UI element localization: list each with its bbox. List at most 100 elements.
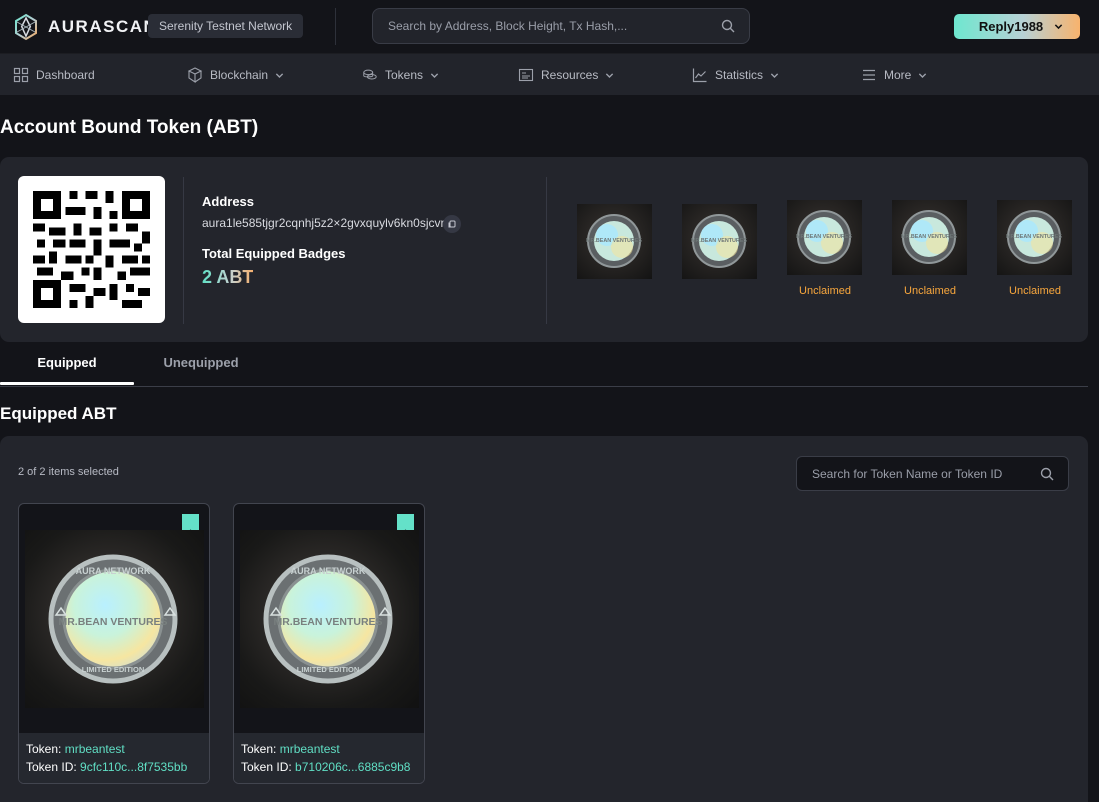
coin-main-text: MR.BEAN VENTURES (58, 616, 167, 628)
token-id-label: Token ID: (241, 760, 292, 774)
badge-status-unclaimed: Unclaimed (799, 285, 851, 297)
badge-thumbnail[interactable]: MR.BEAN VENTURES (787, 200, 862, 275)
header-divider (335, 8, 336, 45)
token-label: Token: (26, 742, 62, 756)
page-title: Account Bound Token (ABT) (0, 117, 259, 138)
nav-statistics[interactable]: Statistics (692, 54, 779, 96)
nav-resources-label: Resources (541, 68, 599, 82)
qr-code-icon (33, 191, 150, 308)
token-id-link[interactable]: 9cfc110c...8f7535bb (80, 760, 187, 774)
token-card[interactable]: AURA NETWORK MR.BEAN VENTURES LIMITED ED… (18, 503, 210, 784)
token-name-row: Token: mrbeantest (241, 740, 424, 758)
logo-text: AURASCAN (48, 17, 158, 36)
tokens-coins-icon (363, 69, 377, 80)
address-qr-code (18, 176, 165, 323)
token-image: AURA NETWORK MR.BEAN VENTURES LIMITED ED… (240, 530, 419, 708)
token-id-label: Token ID: (26, 760, 77, 774)
user-account-button[interactable]: Reply1988 (954, 14, 1080, 39)
aura-badge-icon: MR.BEAN VENTURES (796, 210, 852, 264)
total-equipped-badges-label: Total Equipped Badges (202, 246, 346, 261)
badge-coin-text: MR.BEAN VENTURES (796, 234, 852, 240)
search-icon[interactable] (1040, 467, 1054, 481)
copy-icon (448, 220, 456, 228)
nav-resources[interactable]: Resources (518, 54, 614, 96)
global-search-input[interactable] (373, 9, 703, 43)
token-label: Token: (241, 742, 277, 756)
aura-badge-icon: MR.BEAN VENTURES (586, 214, 642, 268)
blockchain-cubes-icon (187, 67, 203, 83)
menu-lines-icon (863, 69, 875, 81)
total-equipped-badges-value: 2 ABT (202, 267, 254, 287)
token-name-link[interactable]: mrbeantest (280, 742, 340, 756)
nav-dashboard-label: Dashboard (36, 68, 95, 82)
username: Reply1988 (978, 19, 1044, 34)
aura-badge-icon: MR.BEAN VENTURES (1006, 210, 1062, 264)
aura-badge-icon: MR.BEAN VENTURES (691, 214, 747, 268)
tabs-divider (0, 386, 1088, 387)
equipped-abt-panel: 2 of 2 items selected AURA NETWORK MR.BE… (0, 436, 1099, 802)
account-summary-card: Address aura1le585tjgr2cqnhj5z2×2gvxquyl… (0, 157, 1088, 342)
nav-statistics-label: Statistics (715, 68, 764, 82)
token-id-row: Token ID: 9cfc110c...8f7535bb (26, 758, 209, 776)
address-label: Address (202, 194, 255, 209)
nav-blockchain-label: Blockchain (210, 68, 269, 82)
token-card[interactable]: AURA NETWORK MR.BEAN VENTURES LIMITED ED… (233, 503, 425, 784)
token-id-row: Token ID: b710206c...6885c9b8 (241, 758, 424, 776)
active-tab-indicator (0, 382, 134, 385)
tab-unequipped[interactable]: Unequipped (134, 355, 268, 386)
account-address[interactable]: aura1le585tjgr2cqnhj5z2×2gvxquylv6kn0sjc… (202, 216, 451, 230)
token-id-link[interactable]: b710206c...6885c9b8 (295, 760, 410, 774)
coin-top-text: AURA NETWORK (291, 566, 366, 576)
coin-bottom-text: LIMITED EDITION (297, 665, 360, 674)
aura-network-coin-icon: AURA NETWORK MR.BEAN VENTURES LIMITED ED… (48, 554, 178, 684)
resources-icon (518, 68, 534, 82)
badge-status-unclaimed: Unclaimed (1009, 285, 1061, 297)
account-card-divider (546, 177, 547, 324)
top-header: AURASCAN Serenity Testnet Network Reply1… (0, 0, 1099, 53)
badge-coin-text: MR.BEAN VENTURES (586, 238, 642, 244)
badge-thumbnail[interactable]: MR.BEAN VENTURES (577, 204, 652, 279)
token-name-link[interactable]: mrbeantest (65, 742, 125, 756)
token-image: AURA NETWORK MR.BEAN VENTURES LIMITED ED… (25, 530, 204, 708)
nav-tokens[interactable]: Tokens (362, 54, 439, 96)
token-info: Token: mrbeantest Token ID: b710206c...6… (234, 733, 424, 783)
aura-network-logo-icon (15, 13, 37, 41)
search-icon[interactable] (721, 19, 735, 33)
badge-thumbnail[interactable]: MR.BEAN VENTURES (682, 204, 757, 279)
aura-network-coin-icon: AURA NETWORK MR.BEAN VENTURES LIMITED ED… (263, 554, 393, 684)
global-search-box[interactable] (372, 8, 750, 44)
dashboard-icon (13, 67, 29, 83)
badge-coin-text: MR.BEAN VENTURES (691, 238, 747, 244)
badge-coin-text: MR.BEAN VENTURES (901, 234, 957, 240)
statistics-chart-icon (692, 68, 707, 83)
token-name-row: Token: mrbeantest (26, 740, 209, 758)
copy-address-button[interactable] (443, 215, 461, 233)
coin-top-text: AURA NETWORK (76, 566, 151, 576)
badge-status-unclaimed: Unclaimed (904, 285, 956, 297)
network-badge: Serenity Testnet Network (148, 14, 304, 38)
main-navigation: Dashboard Blockchain Tokens Resources St… (0, 53, 1099, 95)
equipped-abt-title: Equipped ABT (0, 404, 117, 423)
badge-thumbnail[interactable]: MR.BEAN VENTURES (892, 200, 967, 275)
token-info: Token: mrbeantest Token ID: 9cfc110c...8… (19, 733, 209, 783)
token-search-box[interactable] (796, 456, 1099, 491)
badge-thumbnail[interactable]: MR.BEAN VENTURES (997, 200, 1072, 275)
chevron-down-icon (1054, 24, 1063, 30)
chevron-down-icon (770, 72, 779, 78)
chevron-down-icon (430, 72, 439, 78)
nav-more[interactable]: More (861, 54, 927, 96)
chevron-down-icon (919, 72, 927, 78)
chevron-down-icon (275, 72, 284, 78)
coin-main-text: MR.BEAN VENTURES (273, 616, 382, 628)
account-card-divider (183, 177, 184, 324)
coin-bottom-text: LIMITED EDITION (82, 665, 145, 674)
badge-coin-text: MR.BEAN VENTURES (1006, 234, 1062, 240)
nav-more-label: More (884, 68, 912, 82)
aura-badge-icon: MR.BEAN VENTURES (901, 210, 957, 264)
chevron-down-icon (606, 72, 614, 78)
selected-count: 2 of 2 items selected (18, 466, 119, 478)
nav-blockchain[interactable]: Blockchain (187, 54, 284, 96)
nav-dashboard[interactable]: Dashboard (13, 54, 95, 96)
aurascan-logo[interactable]: AURASCAN (12, 13, 157, 41)
nav-tokens-label: Tokens (385, 68, 424, 82)
